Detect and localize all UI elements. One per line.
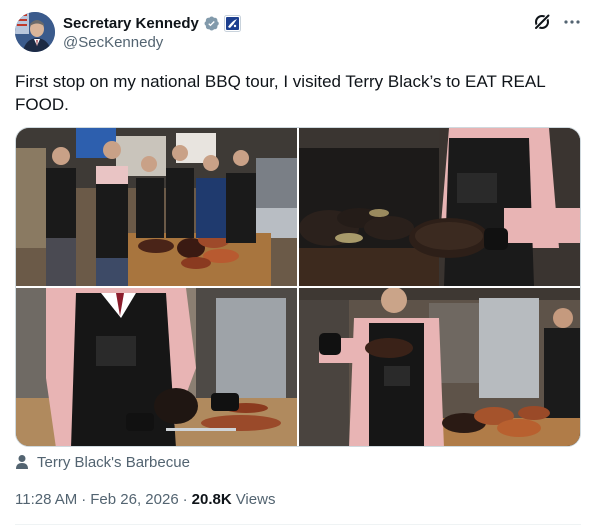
author-display-name[interactable]: Secretary Kennedy [63,15,199,32]
more-options-icon[interactable] [562,12,582,32]
post-text: First stop on my national BBQ tour, I vi… [15,72,546,114]
avatar[interactable] [15,12,55,52]
user-location-icon [15,454,29,470]
media-grid [15,127,581,447]
author-name-row: Secretary Kennedy [63,13,241,33]
author-handle[interactable]: @SecKennedy [63,34,163,51]
views-count: 20.8K [191,490,232,508]
photo-slicing-brisket[interactable] [16,288,297,446]
government-affiliation-icon[interactable] [223,14,241,32]
views-label: Views [235,490,276,508]
post-time[interactable]: 11:28 AM [15,491,77,508]
meta-separator: · [81,490,87,508]
grok-icon[interactable] [532,12,552,32]
post-meta: 11:28 AM · Feb 26, 2026 · 20.8K Views [15,489,275,509]
tweet: Secretary Kennedy @SecKennedy First stop… [0,0,597,530]
photo-group-staff[interactable] [16,128,297,286]
verified-badge-icon[interactable] [203,15,220,32]
divider [15,524,581,525]
post-date[interactable]: Feb 26, 2026 [90,491,178,508]
meta-separator-2: · [182,490,188,508]
location-label: Terry Black's Barbecue [37,453,190,471]
photo-holding-brisket[interactable] [299,288,580,446]
location-tag[interactable]: Terry Black's Barbecue [15,452,190,472]
photo-smoker-brisket[interactable] [299,128,580,286]
